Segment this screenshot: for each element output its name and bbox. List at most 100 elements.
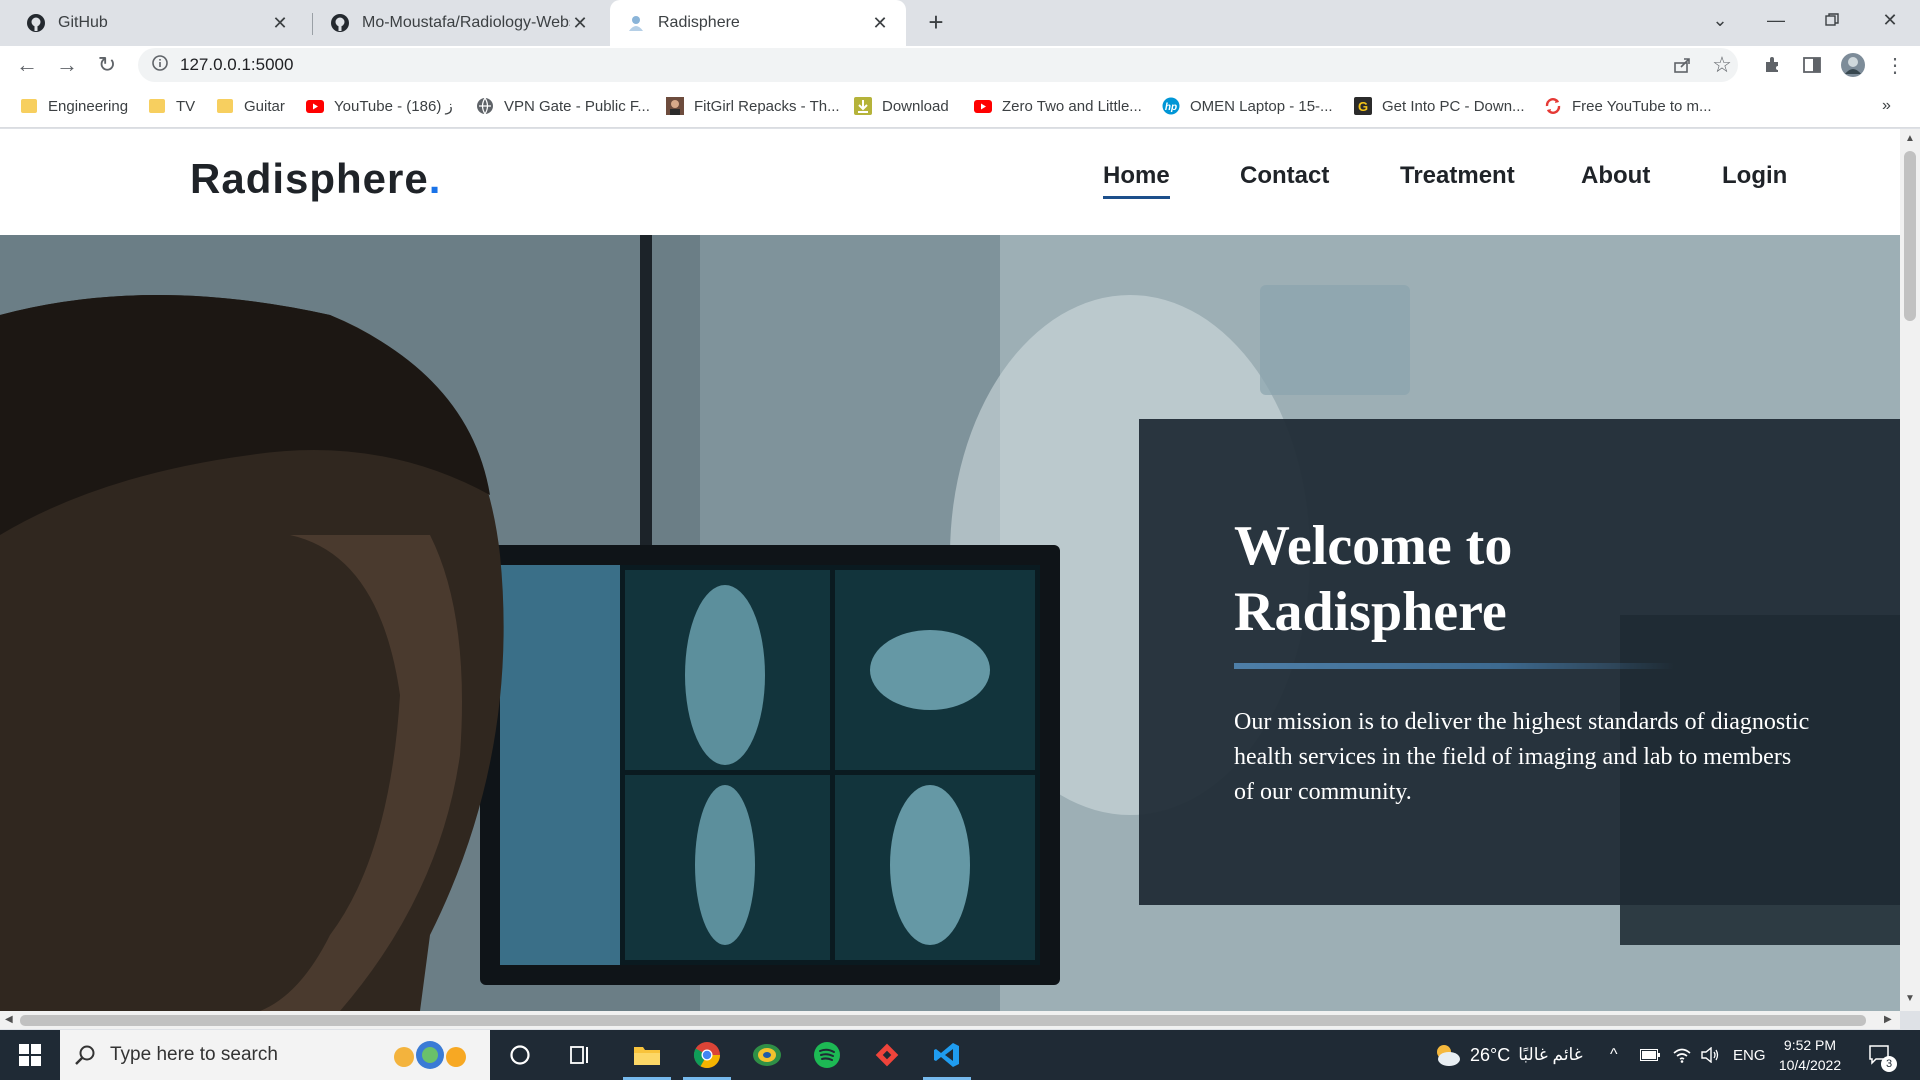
close-icon[interactable]: ✕ [870,13,890,33]
bookmark-zero-two[interactable]: Zero Two and Little... [974,95,1142,117]
minimize-button[interactable]: — [1748,0,1804,40]
bookmark-label: FitGirl Repacks - Th... [694,97,840,115]
nav-about[interactable]: About [1581,162,1650,190]
search-highlight-icon [394,1041,466,1069]
search-placeholder: Type here to search [110,1044,278,1065]
scroll-up-icon[interactable]: ▲ [1905,133,1915,144]
welcome-heading: Welcome to Radisphere [1234,515,1513,643]
bookmark-tv[interactable]: TV [148,95,195,117]
tab-separator [312,13,313,35]
start-button[interactable] [0,1030,60,1080]
bookmark-youtube-converter[interactable]: Free YouTube to m... [1544,95,1712,117]
horizontal-scrollbar[interactable]: ◀ ▶ [0,1011,1900,1029]
converter-icon [1544,97,1562,115]
battery-icon[interactable] [1640,1030,1660,1080]
scroll-down-icon[interactable]: ▼ [1905,993,1915,1004]
mission-text: Our mission is to deliver the highest st… [1234,709,1810,805]
download-icon [854,97,872,115]
browser-toolbar: ← → ↻ 127.0.0.1:5000 ☆ ⋮ [0,46,1920,84]
horizontal-scroll-thumb[interactable] [20,1015,1866,1026]
bookmark-guitar[interactable]: Guitar [216,95,285,117]
scroll-right-icon[interactable]: ▶ [1884,1014,1892,1025]
bookmark-label: OMEN Laptop - 15-... [1190,97,1333,115]
search-icon [75,1045,95,1065]
restore-button[interactable] [1804,0,1860,40]
more-bookmarks-icon[interactable]: » [1882,95,1891,117]
side-panel-icon[interactable] [1797,50,1827,80]
svg-text:G: G [1358,99,1368,114]
bookmark-label: YouTube - ز (186) [334,98,453,115]
clock-date: 10/4/2022 [1778,1057,1842,1073]
taskbar-search[interactable]: Type here to search [60,1030,490,1080]
system-clock[interactable]: 9:52 PM 10/4/2022 [1765,1035,1855,1075]
show-hidden-icons[interactable]: ^ [1610,1030,1618,1080]
getintopc-icon: G [1354,97,1372,115]
profile-avatar[interactable] [1838,50,1868,80]
reload-button[interactable]: ↻ [92,50,122,80]
bookmark-label: VPN Gate - Public F... [504,97,650,115]
back-button[interactable]: ← [12,50,42,80]
bookmark-getintopc[interactable]: G Get Into PC - Down... [1354,95,1525,117]
welcome-panel: Welcome to Radisphere Our mission is to … [1139,419,1900,905]
site-info-icon[interactable] [152,54,168,76]
tab-repository[interactable]: Mo-Moustafa/Radiology-Website ✕ [314,0,606,46]
vertical-scroll-thumb[interactable] [1904,151,1916,321]
folder-icon [148,97,166,115]
bookmark-download[interactable]: Download [854,95,949,117]
volume-icon[interactable] [1700,1030,1720,1080]
hp-icon: hp [1162,97,1180,115]
bookmark-label: Free YouTube to m... [1572,97,1712,115]
file-explorer-icon[interactable] [617,1030,677,1080]
site-logo[interactable]: Radisphere. [190,155,441,203]
share-icon[interactable] [1667,50,1697,80]
cortana-icon[interactable] [490,1030,550,1080]
wifi-icon[interactable] [1672,1030,1692,1080]
tab-radisphere[interactable]: Radisphere ✕ [610,0,906,46]
bookmark-star-icon[interactable]: ☆ [1707,50,1737,80]
bookmark-omen[interactable]: hp OMEN Laptop - 15-... [1162,95,1333,117]
forward-button[interactable]: → [52,50,82,80]
scroll-left-icon[interactable]: ◀ [5,1014,13,1025]
task-view-icon[interactable] [550,1030,610,1080]
github-icon [26,13,46,33]
folder-icon [20,97,38,115]
tab-github[interactable]: GitHub ✕ [10,0,306,46]
menu-icon[interactable]: ⋮ [1880,50,1910,80]
tab-search-icon[interactable]: ⌄ [1692,0,1748,40]
youtube-icon [974,97,992,115]
nav-contact[interactable]: Contact [1240,162,1329,190]
nav-treatment[interactable]: Treatment [1400,162,1515,190]
spotify-icon[interactable] [797,1030,857,1080]
vscode-icon[interactable] [917,1030,977,1080]
nav-home[interactable]: Home [1103,162,1170,199]
close-icon[interactable]: ✕ [570,13,590,33]
photos-app-icon[interactable] [737,1030,797,1080]
new-tab-button[interactable]: + [921,8,951,38]
bookmark-label: Get Into PC - Down... [1382,97,1525,115]
windows-icon [19,1044,41,1066]
chrome-icon[interactable] [677,1030,737,1080]
bookmark-vpngate[interactable]: VPN Gate - Public F... [476,95,650,117]
bookmark-youtube[interactable]: YouTube - ز (186) [306,95,453,117]
bookmark-fitgirl[interactable]: FitGirl Repacks - Th... [666,95,840,117]
hero-section: Welcome to Radisphere Our mission is to … [0,235,1900,1011]
clock-time: 9:52 PM [1783,1037,1837,1053]
weather-widget[interactable]: 26°C غائم غالبًا [1432,1030,1583,1080]
nav-login[interactable]: Login [1722,162,1787,190]
notification-count-badge: 3 [1881,1056,1897,1072]
bookmark-engineering[interactable]: Engineering [20,95,128,117]
github-icon [330,13,350,33]
site-navbar: Radisphere. Home Contact Treatment About… [0,129,1900,235]
close-window-button[interactable]: ✕ [1862,0,1918,40]
bookmark-label: Zero Two and Little... [1002,97,1142,115]
close-icon[interactable]: ✕ [270,13,290,33]
vertical-scrollbar[interactable]: ▲ ▼ [1900,129,1920,1011]
language-indicator[interactable]: ENG [1733,1030,1766,1080]
extensions-icon[interactable] [1757,50,1787,80]
address-bar[interactable]: 127.0.0.1:5000 [138,48,1738,82]
weather-temperature: 26°C [1470,1044,1511,1065]
notification-center-icon[interactable]: 3 [1868,1030,1897,1080]
anydesk-icon[interactable] [857,1030,917,1080]
url-text: 127.0.0.1:5000 [180,55,294,74]
brand-name: Radisphere [190,155,429,202]
